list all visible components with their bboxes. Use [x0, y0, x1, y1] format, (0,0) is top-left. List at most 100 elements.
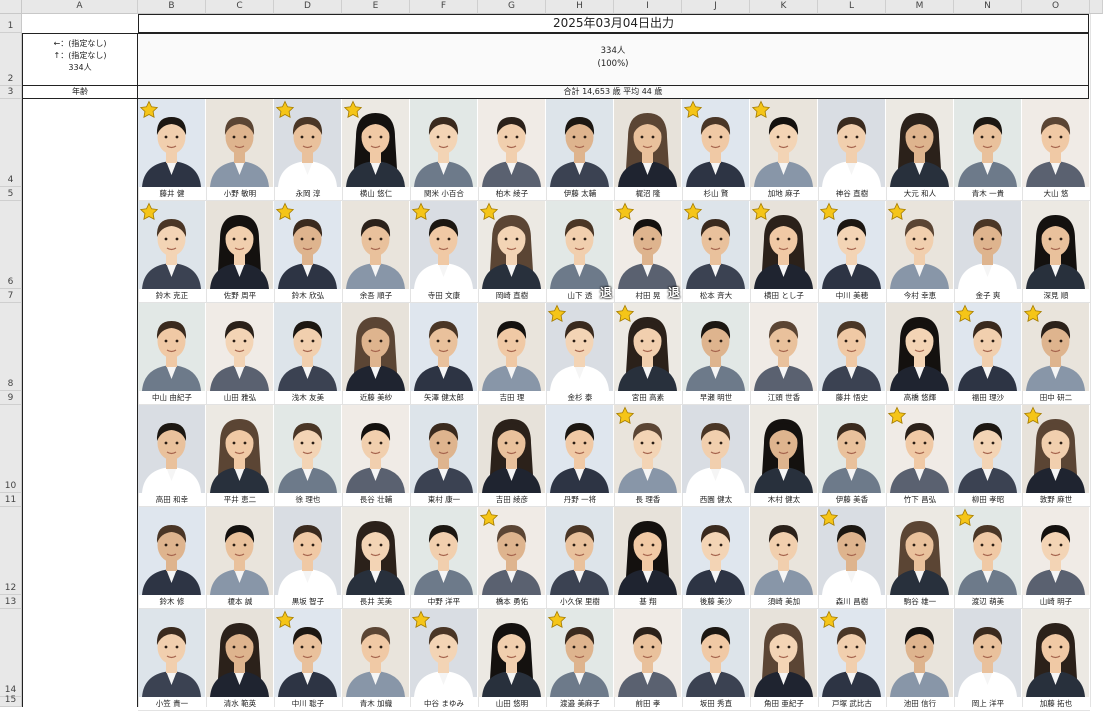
person-card[interactable]: 榎本 誠 [206, 507, 274, 609]
person-card[interactable]: 矢澤 健太郎 [410, 303, 478, 405]
person-card[interactable]: 永岡 淳 [274, 99, 342, 201]
age-summary-cell[interactable]: 合計 14,653 歳 平均 44 歳 [138, 86, 1089, 99]
person-card[interactable]: 岡上 洋平 [954, 609, 1022, 711]
person-card[interactable]: 横田 とし子 [750, 201, 818, 303]
person-card[interactable]: 梶沼 隆 [614, 99, 682, 201]
person-card[interactable]: 大元 和人 [886, 99, 954, 201]
person-card[interactable]: 黒坂 智子 [274, 507, 342, 609]
person-card[interactable]: 近藤 美紗 [342, 303, 410, 405]
person-card[interactable]: 角田 亜紀子 [750, 609, 818, 711]
row-header-12[interactable]: 12 [0, 507, 22, 595]
person-card[interactable]: 柳田 孝昭 [954, 405, 1022, 507]
column-header-n[interactable]: N [954, 0, 1022, 14]
person-card[interactable]: 大山 悠 [1022, 99, 1090, 201]
person-card[interactable]: 神谷 直樹 [818, 99, 886, 201]
filter-summary-cell[interactable]: ←：(指定なし) ↑：(指定なし) 334人 [22, 33, 138, 86]
person-card[interactable]: 小久保 里樹 [546, 507, 614, 609]
person-card[interactable]: 中谷 まゆみ [410, 609, 478, 711]
person-card[interactable]: 中川 美穂 [818, 201, 886, 303]
person-card[interactable]: 橋本 勇佑 [478, 507, 546, 609]
person-card[interactable]: 長谷 壮輔 [342, 405, 410, 507]
age-label-cell[interactable]: 年齢 [22, 86, 138, 99]
person-card[interactable]: 長 理香 [614, 405, 682, 507]
person-card[interactable]: 池田 信行 [886, 609, 954, 711]
person-card[interactable]: 鈴木 修 [138, 507, 206, 609]
person-card[interactable]: 基 翔 [614, 507, 682, 609]
column-header-b[interactable]: B [138, 0, 206, 14]
row-header-9[interactable]: 9 [0, 391, 22, 405]
person-card[interactable]: 関米 小百合 [410, 99, 478, 201]
person-card[interactable]: 今村 幸恵 [886, 201, 954, 303]
row-header-15[interactable]: 15 [0, 695, 22, 707]
row-header-7[interactable]: 7 [0, 289, 22, 303]
person-card[interactable]: 木村 健太 [750, 405, 818, 507]
person-card[interactable]: 清水 範英 [206, 609, 274, 711]
column-header-o[interactable]: O [1022, 0, 1090, 14]
row-header-2[interactable]: 2 [0, 33, 22, 86]
row-header-4[interactable]: 4 [0, 99, 22, 187]
person-card[interactable]: 横山 悠仁 [342, 99, 410, 201]
person-card[interactable]: 金杉 泰 [546, 303, 614, 405]
person-card[interactable]: 東村 康一 [410, 405, 478, 507]
column-header-l[interactable]: L [818, 0, 886, 14]
person-card[interactable]: 中山 由紀子 [138, 303, 206, 405]
person-card[interactable]: 加地 麻子 [750, 99, 818, 201]
person-card[interactable]: 戸塚 武比古 [818, 609, 886, 711]
person-card[interactable]: 退村田 晃 [614, 201, 682, 303]
row-header-14[interactable]: 14 [0, 609, 22, 697]
row-header-5[interactable]: 5 [0, 187, 22, 201]
person-card[interactable]: 敦野 麻世 [1022, 405, 1090, 507]
person-card[interactable]: 駒谷 雄一 [886, 507, 954, 609]
person-card[interactable]: 田中 研二 [1022, 303, 1090, 405]
person-card[interactable]: 坂田 秀直 [682, 609, 750, 711]
total-count-cell[interactable]: 334人 (100%) [138, 33, 1089, 86]
person-card[interactable]: 岡崎 直樹 [478, 201, 546, 303]
column-header-k[interactable]: K [750, 0, 818, 14]
row-header-6[interactable]: 6 [0, 201, 22, 289]
row-header-13[interactable]: 13 [0, 595, 22, 609]
person-card[interactable]: 余吾 順子 [342, 201, 410, 303]
person-card[interactable]: 須崎 美加 [750, 507, 818, 609]
person-card[interactable]: 西園 健太 [682, 405, 750, 507]
person-card[interactable]: 竹下 昌弘 [886, 405, 954, 507]
person-card[interactable]: 深見 順 [1022, 201, 1090, 303]
person-card[interactable]: 青木 一貴 [954, 99, 1022, 201]
report-title[interactable]: 2025年03月04日出力 [138, 14, 1089, 33]
person-card[interactable]: 吉田 綾彦 [478, 405, 546, 507]
person-card[interactable]: 退山下 透 [546, 201, 614, 303]
person-card[interactable]: 渡辺 萌美 [954, 507, 1022, 609]
person-card[interactable]: 金子 爽 [954, 201, 1022, 303]
select-all-corner[interactable] [0, 0, 22, 14]
person-card[interactable]: 鈴木 欣弘 [274, 201, 342, 303]
person-card[interactable]: 藤井 悟史 [818, 303, 886, 405]
row-header-3[interactable]: 3 [0, 86, 22, 99]
person-card[interactable]: 渡邉 美麻子 [546, 609, 614, 711]
person-card[interactable]: 平井 恵二 [206, 405, 274, 507]
column-header-c[interactable]: C [206, 0, 274, 14]
person-card[interactable]: 前田 孝 [614, 609, 682, 711]
person-card[interactable]: 早瀬 明世 [682, 303, 750, 405]
person-card[interactable]: 宮田 高素 [614, 303, 682, 405]
person-card[interactable]: 山田 雅弘 [206, 303, 274, 405]
row-header-11[interactable]: 11 [0, 493, 22, 507]
person-card[interactable]: 丹野 一将 [546, 405, 614, 507]
column-header-m[interactable]: M [886, 0, 954, 14]
person-card[interactable]: 中野 洋平 [410, 507, 478, 609]
person-card[interactable]: 鈴木 克正 [138, 201, 206, 303]
person-card[interactable]: 福田 理沙 [954, 303, 1022, 405]
person-card[interactable]: 寺田 文康 [410, 201, 478, 303]
person-card[interactable]: 浅木 友美 [274, 303, 342, 405]
person-card[interactable]: 松本 斉大 [682, 201, 750, 303]
column-header-e[interactable]: E [342, 0, 410, 14]
person-card[interactable]: 小笠 貴一 [138, 609, 206, 711]
person-card[interactable]: 山崎 明子 [1022, 507, 1090, 609]
person-card[interactable]: 佐野 周平 [206, 201, 274, 303]
person-card[interactable]: 吉田 理 [478, 303, 546, 405]
person-card[interactable]: 藤井 健 [138, 99, 206, 201]
person-card[interactable]: 徐 理也 [274, 405, 342, 507]
person-card[interactable]: 青木 加織 [342, 609, 410, 711]
person-card[interactable]: 森川 昌樹 [818, 507, 886, 609]
row-header-1[interactable]: 1 [0, 14, 22, 33]
person-card[interactable]: 高橋 悠輝 [886, 303, 954, 405]
person-card[interactable]: 伊藤 美香 [818, 405, 886, 507]
